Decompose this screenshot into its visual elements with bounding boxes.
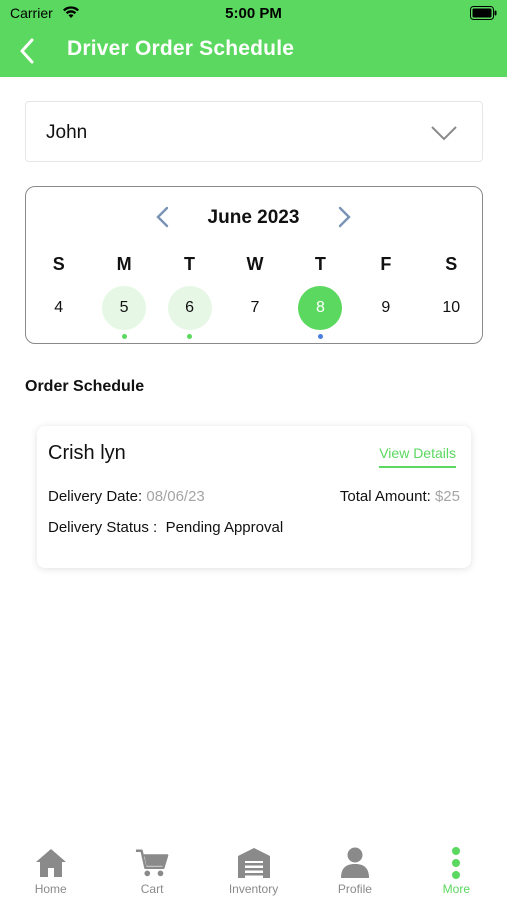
- battery-icon: [470, 6, 497, 20]
- chevron-left-icon: [20, 38, 34, 64]
- event-dot: [121, 334, 127, 339]
- weekday-label: T: [184, 254, 196, 274]
- calendar-day[interactable]: 8: [298, 286, 343, 339]
- weekday-label: S: [445, 254, 458, 274]
- tab-label: More: [442, 882, 470, 896]
- day-number: 7: [250, 299, 260, 316]
- warehouse-icon: [237, 846, 271, 880]
- delivery-status-row: Delivery Status : Pending Approval: [48, 519, 283, 536]
- day-number: 6: [185, 299, 194, 316]
- driver-select[interactable]: John: [25, 101, 483, 162]
- event-dot: [187, 334, 193, 339]
- event-dot: [317, 334, 323, 339]
- weekday-label: M: [116, 254, 132, 274]
- tab-label: Cart: [140, 882, 164, 896]
- total-amount-value: $25: [434, 488, 460, 505]
- view-details-link[interactable]: View Details: [379, 445, 456, 468]
- calendar-day[interactable]: 6: [167, 286, 212, 339]
- tab-bar: Home Cart Inventory Profile More: [0, 840, 507, 900]
- delivery-date-label: Delivery Date:: [48, 488, 143, 505]
- calendar-month-title: June 2023: [207, 207, 300, 228]
- weekday-label: F: [380, 254, 392, 274]
- customer-name: Crish lyn: [48, 442, 126, 464]
- person-icon: [338, 846, 372, 880]
- next-month-button[interactable]: [333, 205, 355, 229]
- chevron-down-icon: [431, 126, 457, 141]
- prev-month-button[interactable]: [152, 205, 174, 229]
- order-info-row: Delivery Date: 08/06/23 Total Amount: $2…: [48, 488, 460, 505]
- calendar-day[interactable]: 9: [364, 286, 408, 330]
- calendar: June 2023 S M T W T F S 4 5 6 7 8 9 10: [25, 186, 483, 344]
- delivery-date-value: 08/06/23: [146, 488, 205, 505]
- back-button[interactable]: [14, 36, 40, 66]
- day-number: 10: [442, 299, 461, 316]
- cart-icon: [135, 846, 169, 880]
- calendar-day[interactable]: 4: [37, 286, 81, 330]
- calendar-day[interactable]: 7: [233, 286, 277, 330]
- home-icon: [34, 846, 68, 880]
- weekday-header: S M T W T F S: [26, 254, 484, 275]
- delivery-status-value: Pending Approval: [165, 519, 284, 536]
- section-title: Order Schedule: [25, 378, 145, 395]
- calendar-day[interactable]: 10: [429, 286, 473, 330]
- weekday-label: W: [246, 254, 264, 274]
- delivery-status-label: Delivery Status :: [48, 519, 158, 536]
- chevron-left-icon: [156, 206, 169, 228]
- day-number: 4: [54, 299, 64, 316]
- total-amount-label: Total Amount:: [339, 488, 431, 505]
- tab-home[interactable]: Home: [0, 840, 101, 900]
- tab-more[interactable]: More: [406, 840, 507, 900]
- day-number: 9: [381, 299, 391, 316]
- calendar-days-row: 4 5 6 7 8 9 10: [26, 286, 484, 339]
- calendar-day[interactable]: 5: [102, 286, 147, 339]
- status-time: 5:00 PM: [225, 5, 282, 22]
- day-number: 5: [119, 299, 129, 316]
- tab-inventory[interactable]: Inventory: [203, 840, 304, 900]
- app-header: Carrier 5:00 PM Driver Order Schedule: [0, 0, 507, 77]
- day-number: 8: [315, 299, 325, 316]
- page-title: Driver Order Schedule: [67, 37, 295, 60]
- weekday-label: T: [314, 254, 326, 274]
- tab-cart[interactable]: Cart: [101, 840, 202, 900]
- tab-profile[interactable]: Profile: [304, 840, 405, 900]
- status-bar: Carrier 5:00 PM: [0, 0, 507, 28]
- weekday-label: S: [52, 254, 65, 274]
- chevron-right-icon: [338, 206, 351, 228]
- driver-select-value: John: [46, 122, 88, 143]
- tab-label: Home: [34, 882, 67, 896]
- order-card: Crish lyn View Details Delivery Date: 08…: [37, 426, 471, 568]
- more-vertical-icon: [439, 846, 473, 880]
- tab-label: Inventory: [228, 882, 279, 896]
- total-amount: Total Amount: $25: [340, 488, 460, 505]
- tab-label: Profile: [337, 882, 372, 896]
